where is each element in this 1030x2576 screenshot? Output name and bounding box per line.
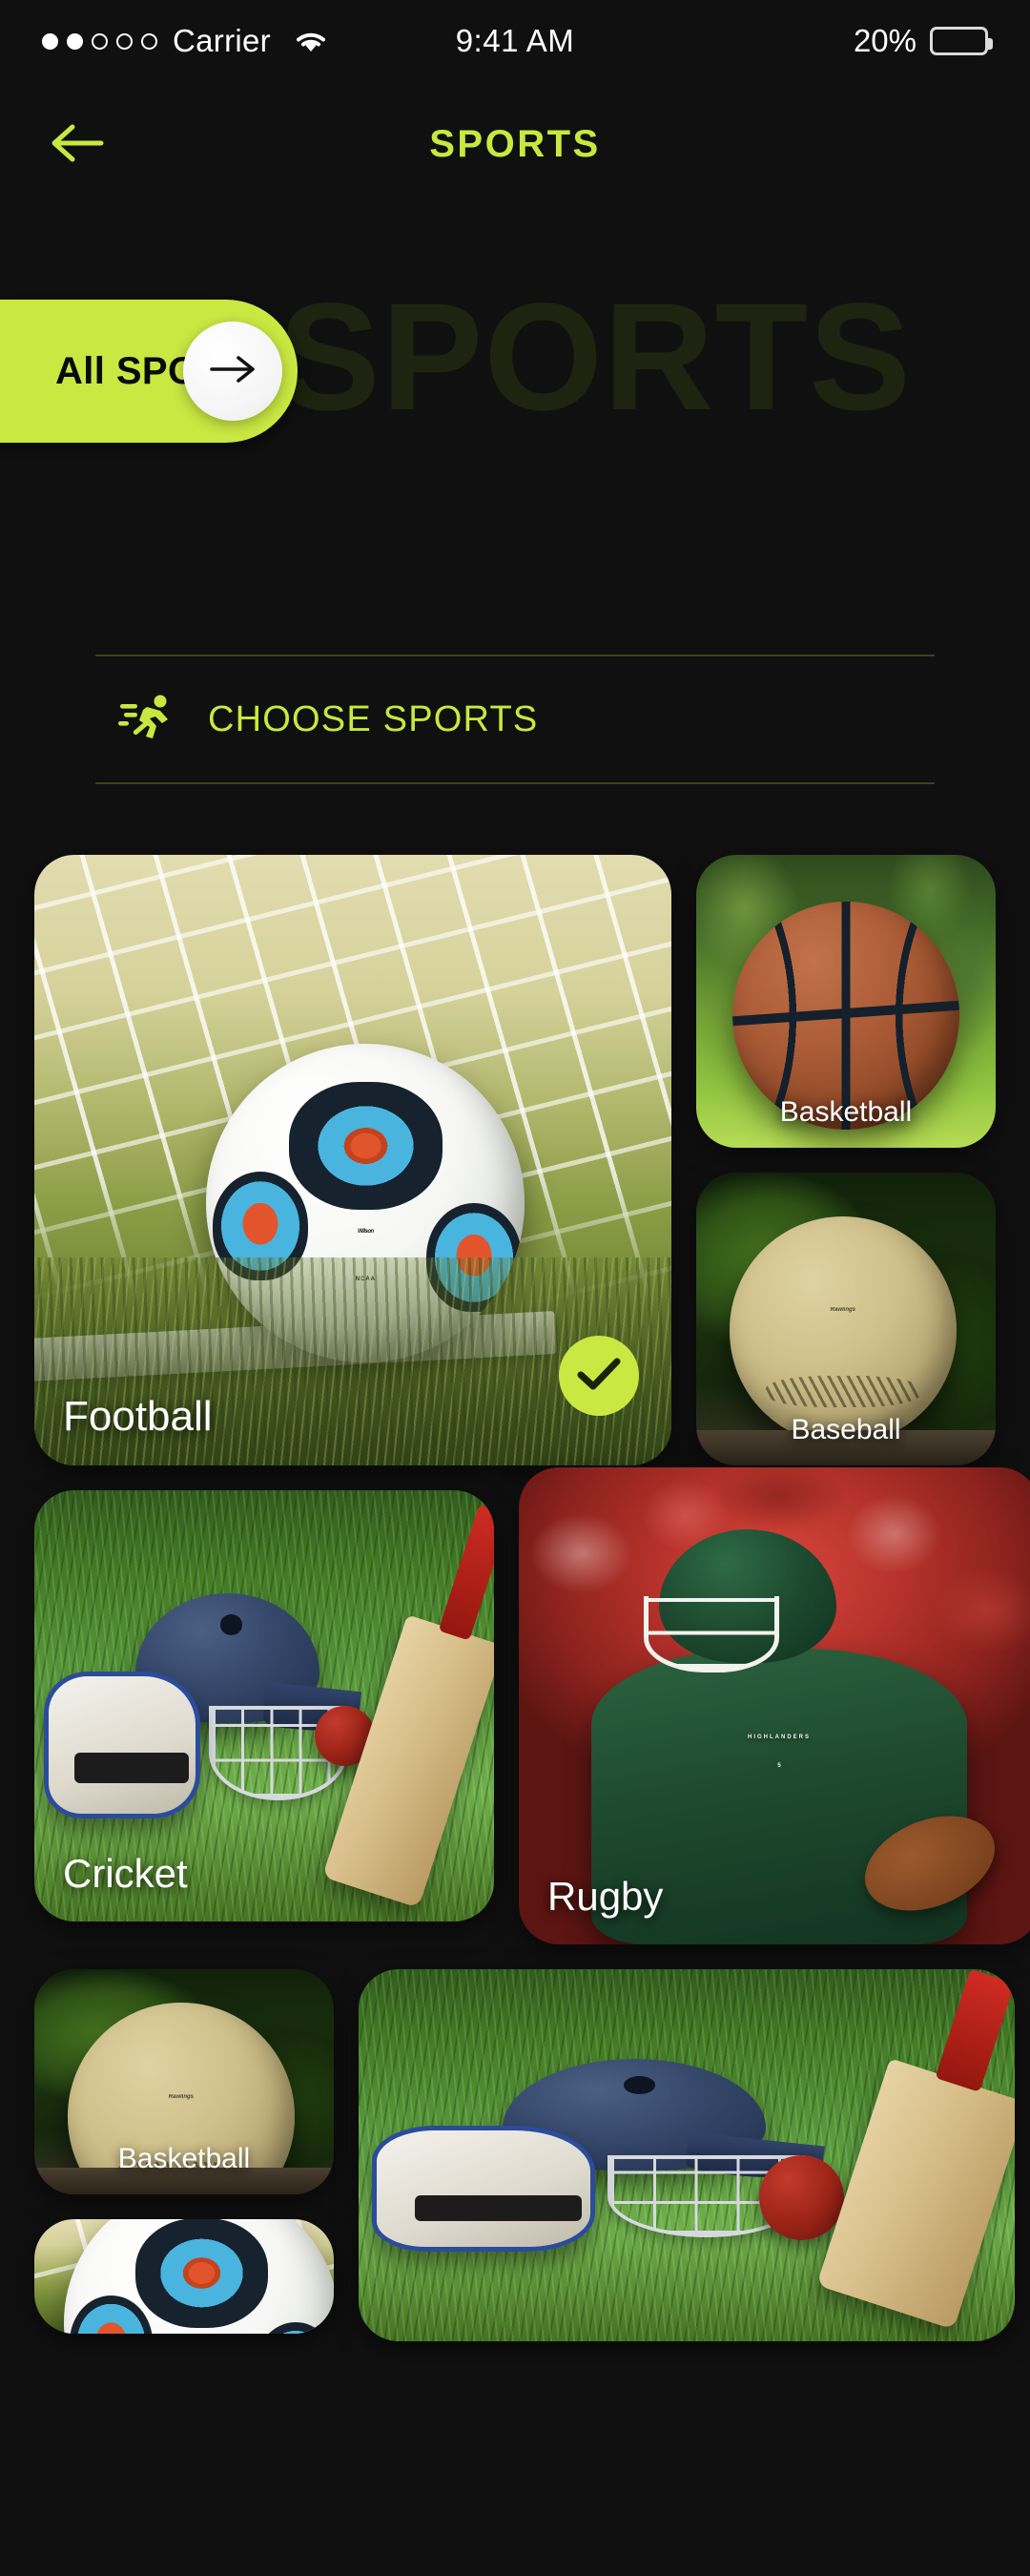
battery-icon (930, 27, 993, 55)
running-person-icon (118, 693, 177, 746)
hero-section: SPORTS All SPORTS (0, 273, 1030, 559)
wifi-icon (292, 27, 330, 55)
cricket-ball-graphic (758, 2155, 845, 2241)
divider-bottom (95, 782, 935, 784)
basketball-ball-graphic (731, 902, 960, 1130)
app-header: SPORTS (0, 82, 1030, 206)
page-title: SPORTS (429, 122, 601, 165)
status-bar: Carrier 9:41 AM 20% (0, 0, 1030, 82)
choose-sports-label: CHOOSE SPORTS (208, 698, 539, 739)
sport-card-rugby[interactable]: HIGHLANDERS 5 Rugby (519, 1467, 1030, 1944)
arrow-right-icon (208, 353, 258, 390)
sport-card-label: Baseball (791, 1414, 901, 1445)
cricket-photo-2 (359, 1969, 1015, 2341)
grid-column-right: Basketball Rawlings Baseball (696, 855, 996, 1465)
sport-card-cricket[interactable]: Cricket (34, 1490, 494, 1922)
back-button[interactable] (42, 109, 113, 179)
rugby-jersey-number: 5 (777, 1763, 781, 1769)
battery-percent-label: 20% (853, 23, 917, 58)
cricket-glove-graphic (43, 1671, 200, 1818)
sport-card-baseball[interactable]: Rawlings Baseball (696, 1173, 996, 1465)
signal-strength-icon (42, 32, 157, 50)
baseball-ball-graphic: Rawlings (729, 1216, 958, 1444)
rugby-facemask-graphic (644, 1596, 779, 1672)
all-sports-button[interactable]: All SPORTS (0, 300, 298, 443)
sport-card-football[interactable]: Wilson NCAA Football (34, 855, 671, 1465)
grid-row-2: Cricket HIGHLANDERS 5 Rugby (34, 1467, 1030, 1944)
check-icon (577, 1357, 621, 1396)
soccer-ball-graphic (64, 2219, 334, 2334)
sport-card-label: Cricket (63, 1851, 188, 1896)
sports-watermark: SPORTS (278, 271, 912, 442)
rugby-photo: HIGHLANDERS 5 (519, 1467, 1030, 1944)
grid-column-left-bottom: Rawlings Basketball (34, 1969, 334, 2341)
arrow-left-icon (48, 121, 107, 168)
grid-row-1: Wilson NCAA Football (34, 855, 996, 1465)
sport-card-label: Basketball (117, 2143, 251, 2174)
sports-selection-screen: Carrier 9:41 AM 20% SPORTS SPORTS All SP… (0, 0, 1030, 2576)
sport-card-football-2[interactable] (34, 2219, 334, 2334)
sport-card-cricket-2[interactable] (359, 1969, 1015, 2341)
grid-row-3: Rawlings Basketball (34, 1969, 1015, 2341)
sport-card-basketball-2[interactable]: Rawlings Basketball (34, 1969, 334, 2194)
sports-grid: Wilson NCAA Football (0, 855, 1030, 2341)
status-bar-left: Carrier (42, 23, 330, 59)
football-selected-badge (559, 1336, 639, 1416)
sport-card-label: Basketball (779, 1096, 913, 1128)
cricket-glove-graphic (371, 2125, 595, 2253)
all-sports-arrow-button[interactable] (183, 322, 282, 421)
choose-sports-row[interactable]: CHOOSE SPORTS (95, 656, 935, 782)
status-bar-right: 20% (853, 23, 993, 59)
sport-card-basketball[interactable]: Basketball (696, 855, 996, 1148)
choose-sports-section: CHOOSE SPORTS (95, 654, 935, 784)
carrier-label: Carrier (173, 23, 271, 58)
football-photo-2 (34, 2219, 334, 2334)
rugby-team-name: HIGHLANDERS (747, 1735, 811, 1740)
